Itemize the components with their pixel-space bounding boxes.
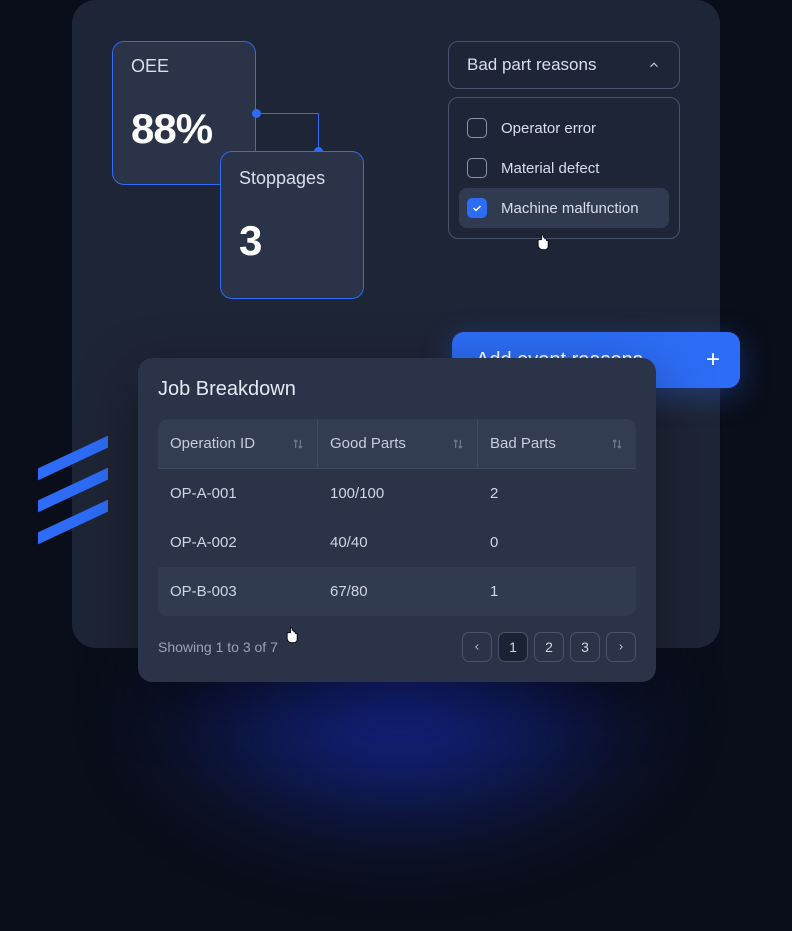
table-title: Job Breakdown	[158, 378, 636, 401]
cell-good-parts: 40/40	[318, 518, 478, 567]
job-breakdown-panel: Job Breakdown Operation ID Good Parts Ba…	[138, 358, 656, 682]
cell-operation-id: OP-A-002	[158, 518, 318, 567]
bad-part-reasons-dropdown[interactable]: Bad part reasons	[448, 41, 680, 89]
pagination-page-2[interactable]: 2	[534, 632, 564, 662]
cell-operation-id: OP-B-003	[158, 567, 318, 616]
option-label: Operator error	[501, 120, 596, 137]
checkbox[interactable]	[467, 118, 487, 138]
connector-dot	[252, 109, 261, 118]
cell-bad-parts: 2	[478, 469, 636, 518]
job-breakdown-table: Operation ID Good Parts Bad Parts OP-A-0…	[158, 419, 636, 616]
option-machine-malfunction[interactable]: Machine malfunction	[459, 188, 669, 228]
column-bad-parts[interactable]: Bad Parts	[478, 419, 636, 468]
dropdown-label: Bad part reasons	[467, 55, 596, 75]
table-row[interactable]: OP-A-002 40/40 0	[158, 518, 636, 567]
chevron-up-icon	[647, 58, 661, 72]
stoppages-label: Stoppages	[239, 168, 345, 189]
sort-icon	[291, 437, 305, 451]
connector-line	[318, 113, 319, 151]
sort-icon	[451, 437, 465, 451]
cell-bad-parts: 0	[478, 518, 636, 567]
connector-line	[256, 113, 318, 114]
checkbox[interactable]	[467, 158, 487, 178]
column-operation-id[interactable]: Operation ID	[158, 419, 318, 468]
stoppages-value: 3	[239, 217, 345, 265]
option-material-defect[interactable]: Material defect	[459, 148, 669, 188]
chevron-left-icon	[472, 642, 482, 652]
column-good-parts[interactable]: Good Parts	[318, 419, 478, 468]
pagination: Showing 1 to 3 of 7 1 2 3	[158, 632, 636, 662]
dropdown-options: Operator error Material defect Machine m…	[448, 97, 680, 239]
cell-good-parts: 100/100	[318, 469, 478, 518]
sort-icon	[610, 437, 624, 451]
checkbox-checked[interactable]	[467, 198, 487, 218]
plus-icon: +	[706, 346, 720, 374]
cell-bad-parts: 1	[478, 567, 636, 616]
pagination-page-1[interactable]: 1	[498, 632, 528, 662]
option-label: Material defect	[501, 160, 599, 177]
chevron-right-icon	[616, 642, 626, 652]
table-row[interactable]: OP-A-001 100/100 2	[158, 469, 636, 518]
stoppages-card: Stoppages 3	[220, 151, 364, 299]
table-row[interactable]: OP-B-003 67/80 1	[158, 567, 636, 616]
pagination-next[interactable]	[606, 632, 636, 662]
cell-operation-id: OP-A-001	[158, 469, 318, 518]
pagination-page-3[interactable]: 3	[570, 632, 600, 662]
option-label: Machine malfunction	[501, 200, 639, 217]
table-header: Operation ID Good Parts Bad Parts	[158, 419, 636, 469]
check-icon	[471, 202, 483, 214]
oee-value: 88%	[131, 105, 237, 153]
pagination-status: Showing 1 to 3 of 7	[158, 639, 278, 655]
oee-label: OEE	[131, 56, 237, 77]
cell-good-parts: 67/80	[318, 567, 478, 616]
pagination-prev[interactable]	[462, 632, 492, 662]
option-operator-error[interactable]: Operator error	[459, 108, 669, 148]
